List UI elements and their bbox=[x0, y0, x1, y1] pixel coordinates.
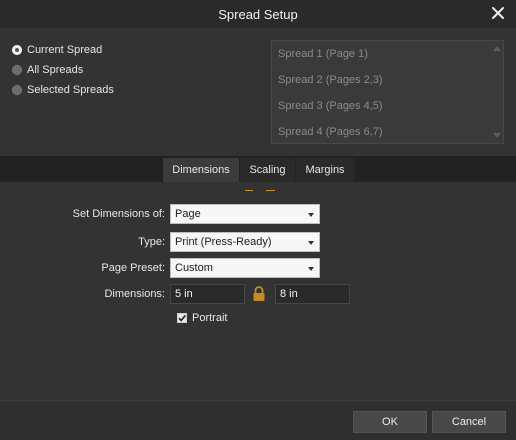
radio-unselected-icon[interactable] bbox=[12, 85, 22, 95]
scroll-up-icon[interactable] bbox=[493, 46, 501, 51]
set-dimensions-label: Set Dimensions of: bbox=[72, 208, 165, 220]
link-line-right bbox=[266, 190, 275, 191]
chevron-down-icon bbox=[308, 241, 314, 245]
dialog-footer: OK Cancel bbox=[0, 400, 516, 440]
spread-list[interactable]: Spread 1 (Page 1) Spread 2 (Pages 2,3) S… bbox=[271, 40, 504, 144]
tab-margins[interactable]: Margins bbox=[296, 158, 354, 182]
tab-dimensions[interactable]: Dimensions bbox=[163, 158, 239, 182]
spread-scope-section: Current Spread All Spreads Selected Spre… bbox=[0, 28, 516, 156]
dropdown-value: Custom bbox=[175, 262, 213, 274]
type-label: Type: bbox=[138, 236, 165, 248]
width-input[interactable]: 5 in bbox=[170, 284, 245, 304]
dialog-title: Spread Setup bbox=[218, 7, 298, 22]
cancel-button[interactable]: Cancel bbox=[432, 411, 506, 433]
radio-label: Current Spread bbox=[27, 44, 103, 56]
spread-list-item[interactable]: Spread 2 (Pages 2,3) bbox=[272, 67, 503, 93]
radio-selected-icon[interactable] bbox=[12, 45, 22, 55]
title-bar: Spread Setup bbox=[0, 0, 516, 28]
spread-list-item[interactable]: Spread 1 (Page 1) bbox=[272, 41, 503, 67]
chevron-down-icon bbox=[308, 213, 314, 217]
dropdown-value: Page bbox=[175, 208, 201, 220]
type-dropdown[interactable]: Print (Press-Ready) bbox=[170, 232, 320, 252]
radio-selected-spreads[interactable]: Selected Spreads bbox=[12, 82, 114, 98]
dropdown-value: Print (Press-Ready) bbox=[175, 236, 272, 248]
chevron-down-icon bbox=[308, 267, 314, 271]
lock-icon[interactable] bbox=[252, 286, 266, 302]
radio-label: All Spreads bbox=[27, 64, 84, 76]
tab-bar: Dimensions Scaling Margins bbox=[0, 156, 516, 182]
portrait-toggle[interactable]: Portrait bbox=[177, 312, 227, 324]
spread-list-item[interactable]: Spread 4 (Pages 6,7) bbox=[272, 119, 503, 143]
height-input[interactable]: 8 in bbox=[275, 284, 350, 304]
spread-list-item[interactable]: Spread 3 (Pages 4,5) bbox=[272, 93, 503, 119]
checkbox-checked-icon[interactable] bbox=[177, 313, 187, 323]
scroll-down-icon[interactable] bbox=[493, 133, 501, 138]
radio-unselected-icon[interactable] bbox=[12, 65, 22, 75]
dimensions-label: Dimensions: bbox=[104, 288, 165, 300]
close-icon[interactable] bbox=[490, 5, 506, 21]
tab-scaling[interactable]: Scaling bbox=[240, 158, 295, 182]
dimensions-panel: Set Dimensions of: Page Type: Print (Pre… bbox=[0, 182, 516, 400]
radio-current-spread[interactable]: Current Spread bbox=[12, 42, 102, 58]
set-dimensions-dropdown[interactable]: Page bbox=[170, 204, 320, 224]
radio-all-spreads[interactable]: All Spreads bbox=[12, 62, 83, 78]
page-preset-dropdown[interactable]: Custom bbox=[170, 258, 320, 278]
page-preset-label: Page Preset: bbox=[101, 262, 165, 274]
ok-button[interactable]: OK bbox=[353, 411, 427, 433]
radio-label: Selected Spreads bbox=[27, 84, 114, 96]
portrait-label: Portrait bbox=[192, 312, 228, 324]
link-line-left bbox=[245, 190, 253, 191]
spread-list-scrollbar[interactable] bbox=[490, 41, 503, 143]
